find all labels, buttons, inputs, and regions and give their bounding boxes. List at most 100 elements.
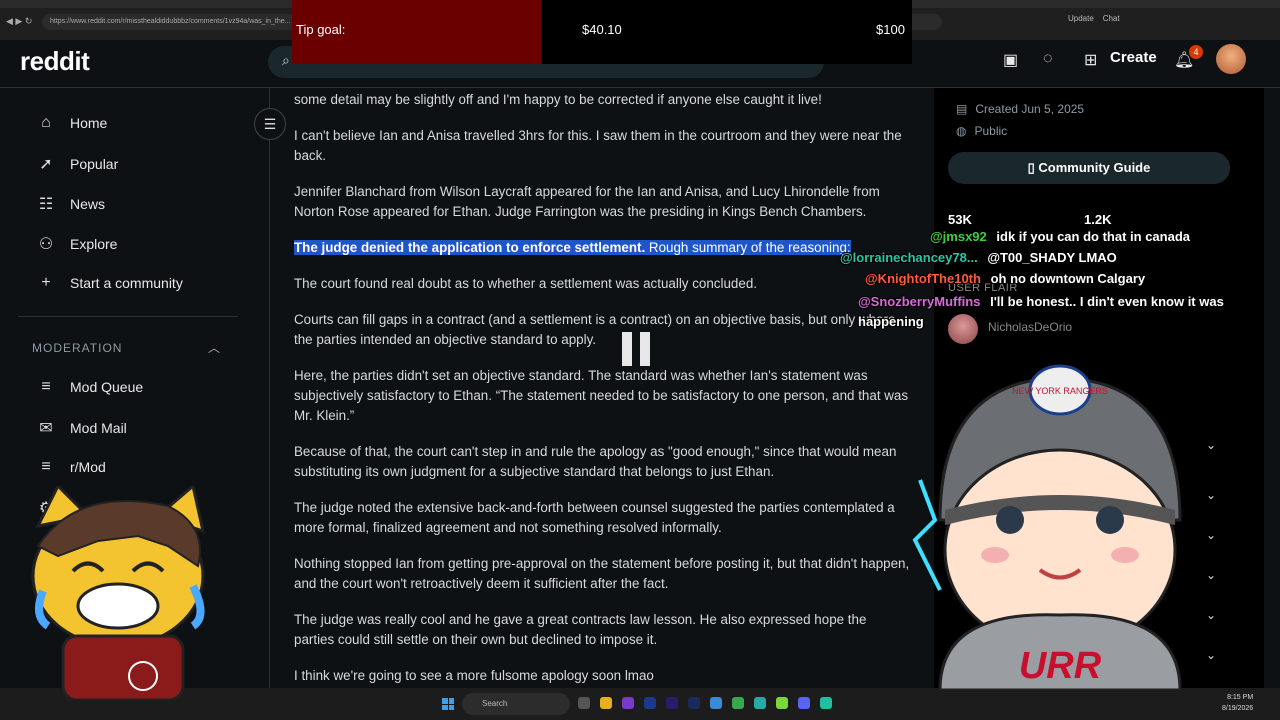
chat-message: @jmsx92 idk if you can do that in canada bbox=[930, 229, 1190, 244]
created-date-text: Created Jun 5, 2025 bbox=[975, 102, 1085, 116]
globe-icon: ◍ bbox=[956, 124, 967, 138]
task-view-icon[interactable] bbox=[578, 697, 590, 709]
chat-username: @jmsx92 bbox=[930, 229, 987, 244]
mod-icon: ≡ bbox=[41, 458, 51, 475]
chat-text: idk if you can do that in canada bbox=[996, 229, 1190, 244]
cake-icon: ▤ bbox=[956, 102, 968, 116]
app-icon[interactable] bbox=[776, 697, 788, 709]
post-paragraph: The judge noted the extensive back-and-f… bbox=[294, 500, 895, 535]
post-paragraph: Jennifer Blanchard from Wilson Laycraft … bbox=[294, 184, 880, 219]
moderation-section-label[interactable]: MODERATION bbox=[32, 341, 122, 355]
tip-goal-target: $100 bbox=[876, 22, 905, 37]
sidebar-item-label: Mod Mail bbox=[70, 420, 127, 436]
sidebar-item-label: Explore bbox=[70, 236, 118, 252]
tip-goal-bar: Tip goal: $40.10 $100 bbox=[292, 0, 912, 64]
browser-nav-icons[interactable]: ◀ ▶ ↻ bbox=[6, 16, 32, 27]
post-paragraph: The court found real doubt as to whether… bbox=[294, 276, 757, 291]
clock-time: 8:15 PM bbox=[1227, 694, 1254, 701]
sidebar-item-explore[interactable]: ⚇ Explore bbox=[36, 234, 118, 254]
home-icon: ⌂ bbox=[41, 114, 51, 131]
chat-message: @SnozberryMuffins I'll be honest.. I din… bbox=[858, 292, 1268, 332]
chrome-icon[interactable] bbox=[732, 697, 744, 709]
clock-date: 8/19/2026 bbox=[1222, 705, 1254, 712]
file-explorer-icon[interactable] bbox=[600, 697, 612, 709]
chat-username: @KnightofThe10th bbox=[865, 271, 981, 286]
windows-start-icon[interactable] bbox=[442, 698, 454, 710]
post-paragraph: The judge was really cool and he gave a … bbox=[294, 612, 867, 647]
chat-message: @lorrainechancey78... @T00_SHADY LMAO bbox=[840, 250, 1117, 265]
boy-avatar-overlay: NEW YORK RANGERS URR bbox=[912, 364, 1182, 690]
popular-icon: ➚ bbox=[39, 156, 53, 173]
after-effects-icon[interactable] bbox=[688, 697, 700, 709]
mod-queue-icon: ≡ bbox=[41, 378, 51, 395]
explore-icon: ⚇ bbox=[38, 236, 54, 253]
mod-mail-icon: ✉ bbox=[39, 420, 53, 437]
sidebar-item-mod-mail[interactable]: ✉ Mod Mail bbox=[36, 418, 127, 438]
online-count: 1.2K bbox=[1084, 212, 1112, 227]
chat-text: oh no downtown Calgary bbox=[990, 271, 1146, 286]
sidebar-collapse-button[interactable]: ☰ bbox=[254, 108, 286, 140]
tip-goal-current: $40.10 bbox=[582, 22, 622, 37]
sidebar-item-news[interactable]: ☷ News bbox=[36, 194, 105, 214]
selected-text: Rough summary of the reasoning: bbox=[645, 240, 851, 255]
post-body: some detail may be slightly off and I'm … bbox=[294, 88, 914, 688]
advertise-icon[interactable]: ▣ bbox=[1003, 50, 1018, 70]
app-icon[interactable] bbox=[710, 697, 722, 709]
sidebar-item-home[interactable]: ⌂ Home bbox=[36, 114, 107, 132]
discord-icon[interactable] bbox=[798, 697, 810, 709]
cap-logo-text: NEW YORK RANGERS bbox=[1012, 386, 1108, 396]
sidebar-divider bbox=[18, 316, 238, 317]
plus-icon: + bbox=[41, 274, 51, 291]
chat-icon[interactable]: ◌ bbox=[1043, 50, 1053, 68]
chat-text: @T00_SHADY LMAO bbox=[987, 250, 1117, 265]
user-avatar[interactable] bbox=[1216, 44, 1246, 74]
sidebar-item-label: Home bbox=[70, 115, 108, 131]
pause-icon[interactable] bbox=[622, 332, 650, 366]
chat-username: @SnozberryMuffins bbox=[858, 294, 981, 309]
post-paragraph: I can't believe Ian and Anisa travelled … bbox=[294, 128, 902, 163]
news-icon: ☷ bbox=[38, 196, 54, 213]
premiere-icon[interactable] bbox=[666, 697, 678, 709]
chat-button[interactable]: Chat bbox=[1103, 14, 1120, 23]
chat-username: @lorrainechancey78... bbox=[840, 250, 978, 265]
system-clock[interactable]: 8:15 PM 8/19/2026 bbox=[1222, 692, 1253, 714]
photoshop-icon[interactable] bbox=[644, 697, 656, 709]
post-paragraph: Because of that, the court can't step in… bbox=[294, 444, 897, 479]
create-button[interactable]: Create bbox=[1110, 49, 1157, 66]
post-paragraph-highlighted: The judge denied the application to enfo… bbox=[294, 238, 910, 258]
taskbar-search[interactable]: Search bbox=[462, 693, 570, 715]
create-plus-icon[interactable]: ⊞ bbox=[1084, 50, 1097, 70]
cat-avatar-overlay bbox=[31, 486, 206, 700]
post-paragraph: Here, the parties didn't set an objectiv… bbox=[294, 368, 909, 423]
reddit-logo[interactable]: reddit bbox=[20, 46, 90, 77]
notification-badge: 4 bbox=[1189, 45, 1203, 59]
post-paragraph: I think we're going to see a more fulsom… bbox=[294, 668, 654, 683]
browser-extensions[interactable]: Update Chat bbox=[1068, 14, 1120, 23]
sidebar-item-mod-queue[interactable]: ≡ Mod Queue bbox=[36, 378, 143, 396]
community-guide-label: Community Guide bbox=[1038, 160, 1151, 175]
visibility: ◍ Public bbox=[956, 124, 1007, 138]
app-icon[interactable] bbox=[820, 697, 832, 709]
post-paragraph: some detail may be slightly off and I'm … bbox=[294, 92, 822, 107]
selected-text-bold: The judge denied the application to enfo… bbox=[294, 240, 646, 255]
sidebar-item-label: r/Mod bbox=[70, 459, 106, 475]
edge-icon[interactable] bbox=[754, 697, 766, 709]
sidebar-item-label: News bbox=[70, 196, 106, 212]
update-button[interactable]: Update bbox=[1068, 14, 1094, 23]
sidebar-item-label: Popular bbox=[70, 156, 119, 172]
chat-message: @KnightofThe10th oh no downtown Calgary bbox=[865, 271, 1145, 286]
app-icon[interactable] bbox=[622, 697, 634, 709]
community-guide-button[interactable]: ▯ Community Guide bbox=[948, 152, 1230, 184]
visibility-text: Public bbox=[974, 124, 1008, 138]
book-icon: ▯ bbox=[1027, 160, 1039, 175]
sidebar-item-popular[interactable]: ➚ Popular bbox=[36, 154, 118, 174]
sidebar-item-start-community[interactable]: + Start a community bbox=[36, 274, 183, 292]
sidebar-item-label: Start a community bbox=[70, 275, 183, 291]
chevron-up-icon[interactable]: ︿ bbox=[208, 339, 220, 356]
created-date: ▤ Created Jun 5, 2025 bbox=[956, 102, 1084, 116]
search-icon[interactable]: ⌕ bbox=[282, 52, 290, 69]
member-count: 53K bbox=[948, 212, 972, 227]
sidebar-item-r-mod[interactable]: ≡ r/Mod bbox=[36, 458, 106, 476]
jersey-text: URR bbox=[1019, 645, 1102, 687]
sidebar-item-label: Mod Queue bbox=[70, 379, 144, 395]
